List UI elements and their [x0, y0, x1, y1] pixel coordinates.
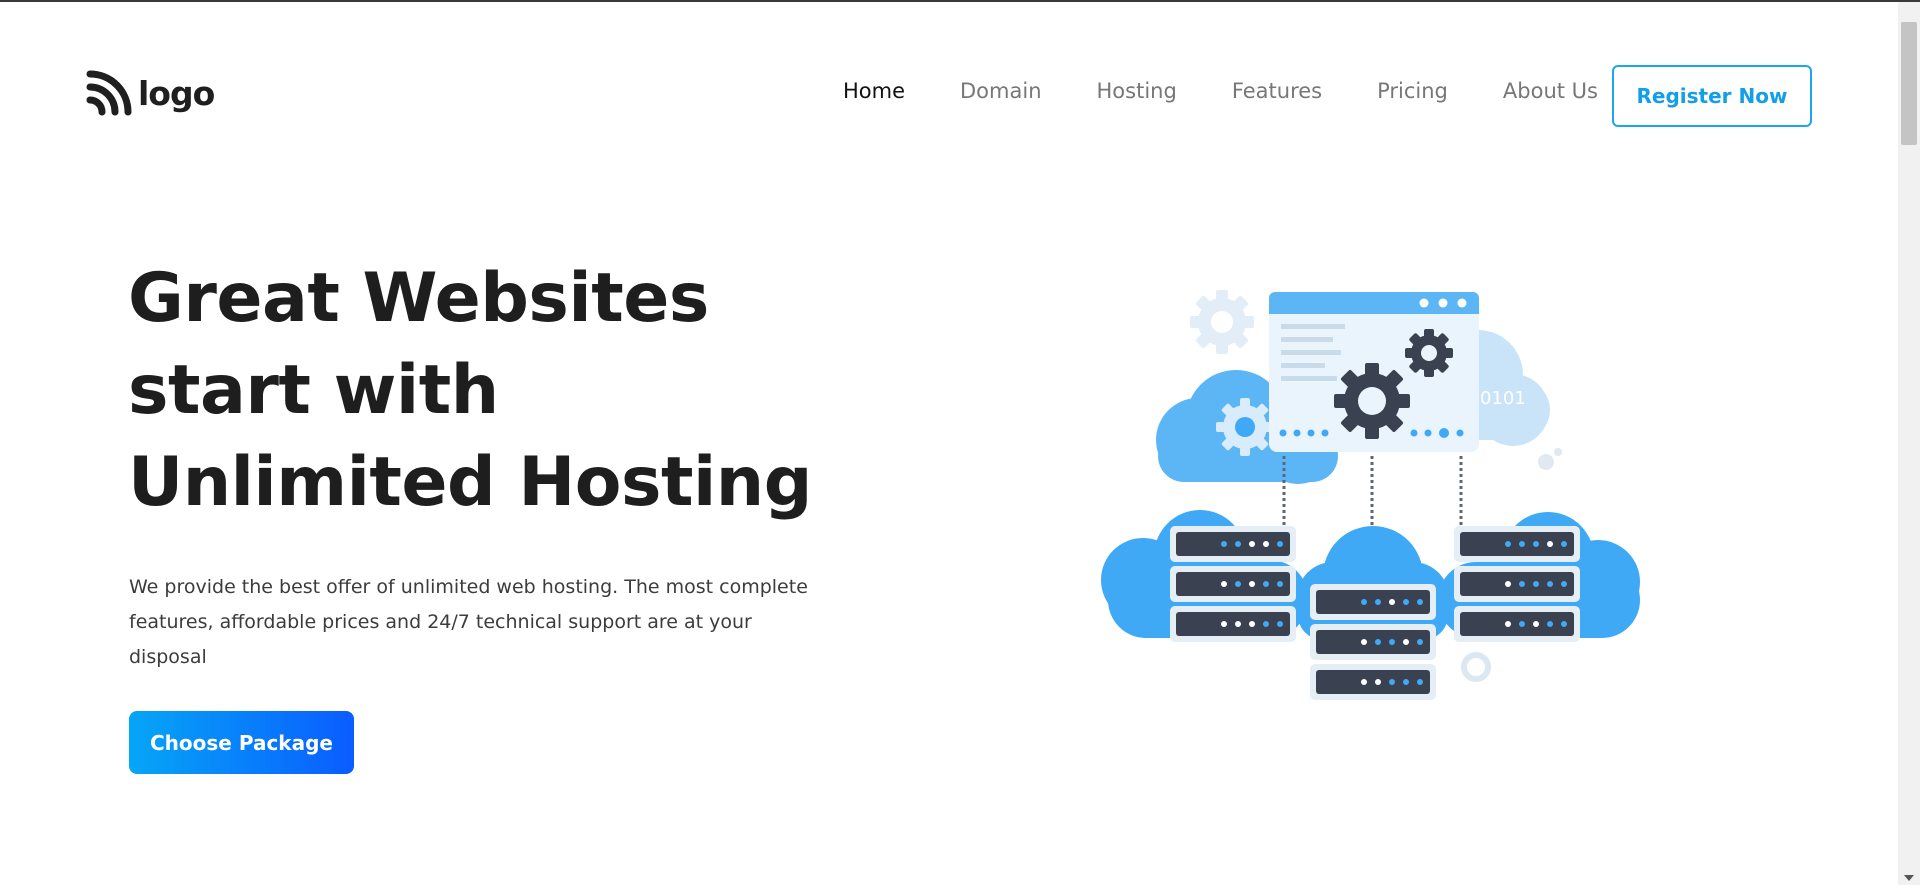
binary-text: 0101: [1480, 388, 1526, 409]
site-header: logo Home Domain Hosting Features Pricin…: [0, 2, 1898, 188]
cloud-gear-icon: [1216, 398, 1274, 456]
logo-text: logo: [138, 73, 215, 113]
nav-home[interactable]: Home: [843, 81, 905, 102]
page-scrollbar[interactable]: [1898, 2, 1920, 885]
nav-features[interactable]: Features: [1232, 81, 1322, 102]
nav-hosting[interactable]: Hosting: [1097, 81, 1177, 102]
nav-pricing[interactable]: Pricing: [1377, 81, 1448, 102]
server-stack-left: [1170, 526, 1296, 642]
nav-domain[interactable]: Domain: [960, 81, 1042, 102]
rss-like-arcs-icon: [86, 70, 132, 116]
ring-decor-icon: [1461, 652, 1491, 682]
gear-icon: [1190, 290, 1254, 354]
scroll-down-arrow-icon[interactable]: [1904, 875, 1914, 881]
choose-package-button[interactable]: Choose Package: [129, 711, 354, 774]
cloud-hosting-servers-illustration: 0101: [1088, 280, 1648, 710]
nav-about-us[interactable]: About Us: [1503, 81, 1598, 102]
register-now-button[interactable]: Register Now: [1612, 65, 1812, 127]
decor-dot-icon: [1538, 448, 1562, 470]
main-nav: Home Domain Hosting Features Pricing Abo…: [843, 81, 1598, 102]
hero-description: We provide the best offer of unlimited w…: [129, 576, 808, 668]
lower-center-cloud: [1297, 526, 1449, 640]
scrollbar-thumb[interactable]: [1901, 22, 1917, 145]
server-stack-center: [1310, 584, 1436, 700]
site-logo[interactable]: logo: [86, 70, 215, 116]
server-stack-right: [1454, 526, 1580, 642]
hero-title: Great Websites start with Unlimited Host…: [128, 259, 812, 522]
settings-gear-icon: [1334, 363, 1410, 439]
small-gear-icon: [1405, 329, 1453, 377]
